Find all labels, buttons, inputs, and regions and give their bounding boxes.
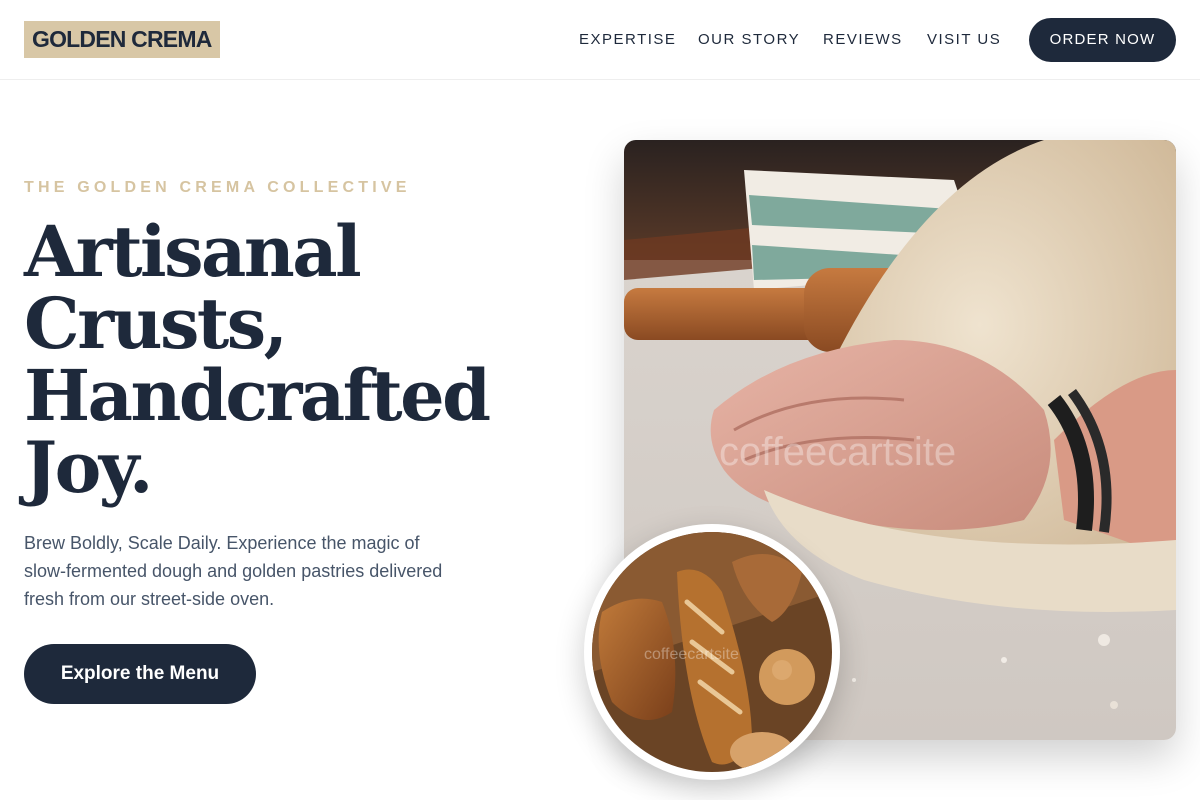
bread-illustration — [592, 532, 832, 772]
bread-basket-thumbnail: coffeecartsite — [584, 524, 840, 780]
site-header: GOLDEN CREMA EXPERTISE OUR STORY REVIEWS… — [0, 0, 1200, 80]
nav-link-our-story[interactable]: OUR STORY — [698, 31, 800, 49]
hero-subtext: Brew Boldly, Scale Daily. Experience the… — [24, 533, 443, 609]
explore-menu-button[interactable]: Explore the Menu — [24, 644, 256, 704]
logo[interactable]: GOLDEN CREMA — [24, 21, 220, 58]
hero-headline: Artisanal Crusts, Handcrafted Joy. — [24, 216, 544, 504]
order-now-button[interactable]: ORDER NOW — [1029, 18, 1176, 62]
headline-line: Crusts, — [24, 282, 288, 365]
hero-eyebrow: THE GOLDEN CREMA COLLECTIVE — [24, 179, 411, 196]
nav-link-expertise[interactable]: EXPERTISE — [579, 31, 676, 49]
nav-link-visit-us[interactable]: VISIT US — [927, 31, 1001, 49]
headline-line: Handcrafted — [24, 354, 491, 437]
headline-line: Joy. — [24, 426, 153, 509]
headline-line: Artisanal — [24, 210, 362, 293]
nav-link-reviews[interactable]: REVIEWS — [823, 31, 903, 49]
